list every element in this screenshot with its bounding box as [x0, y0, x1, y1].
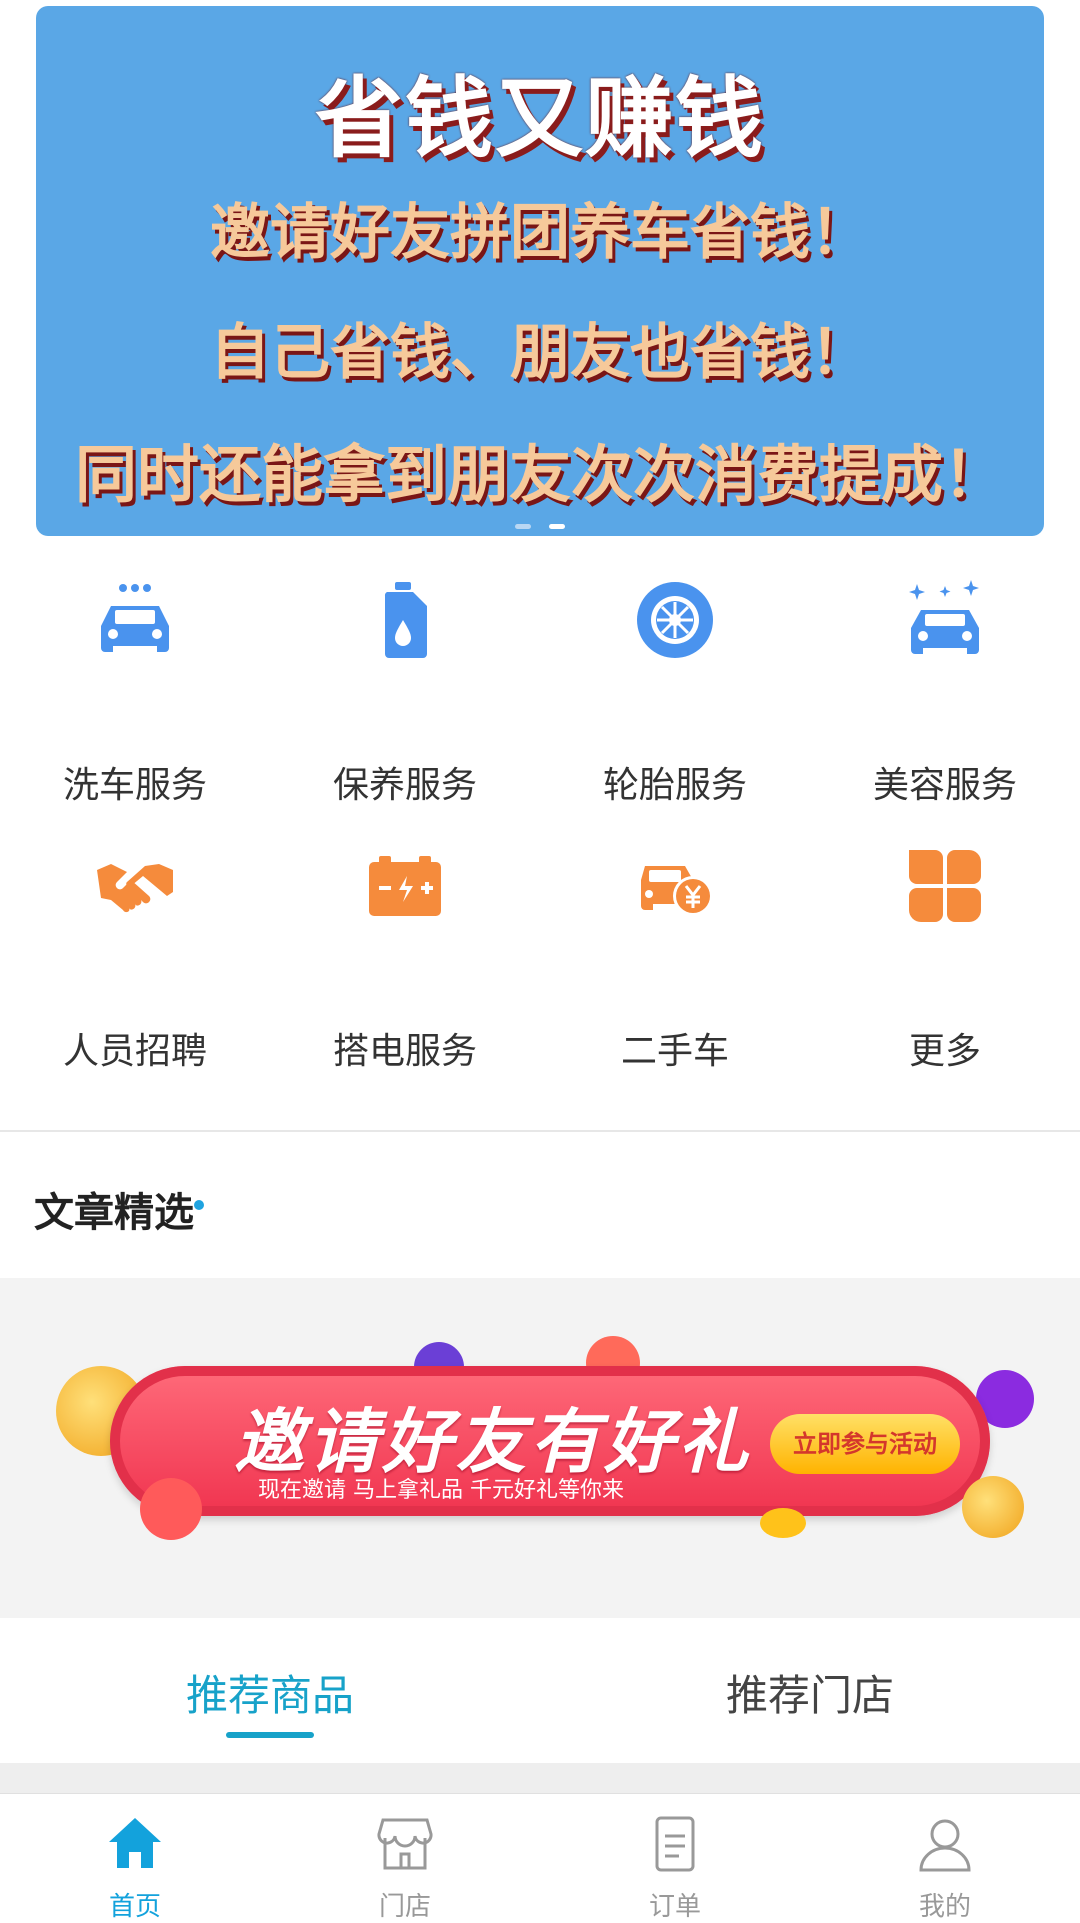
tab-recommended-stores[interactable]: 推荐门店	[540, 1662, 1080, 1723]
coin-icon	[962, 1476, 1024, 1538]
nav-label: 首页	[108, 1892, 161, 1922]
handshake-icon	[97, 864, 173, 913]
service-recruit[interactable]: 人员招聘	[0, 846, 270, 1096]
carousel-dots	[36, 514, 1044, 533]
service-label: 保养服务	[332, 765, 477, 806]
service-used-car[interactable]: 二手车	[540, 846, 810, 1096]
nav-label: 我的	[918, 1892, 971, 1922]
active-tab-indicator	[226, 1732, 314, 1738]
service-jumpstart[interactable]: 搭电服务	[270, 846, 540, 1096]
service-label: 美容服务	[872, 765, 1017, 806]
service-label: 更多	[908, 1031, 981, 1072]
section-title-articles: 文章精选	[34, 1190, 194, 1236]
banner-line-2: 自己省钱、朋友也省钱！	[210, 318, 870, 388]
service-label: 人员招聘	[62, 1031, 207, 1072]
content-strip	[0, 1763, 1080, 1793]
banner-title: 省钱又赚钱	[314, 67, 765, 170]
service-label: 二手车	[620, 1031, 729, 1072]
promo-subline: 现在邀请 马上拿礼品 千元好礼等你来	[258, 1478, 624, 1503]
tire-icon	[637, 582, 713, 658]
recommend-tabs: 推荐商品 推荐门店	[0, 1618, 1080, 1763]
nav-home[interactable]: 首页	[0, 1794, 270, 1922]
home-icon	[109, 1818, 161, 1868]
decor-orb	[760, 1508, 806, 1538]
nav-label: 门店	[378, 1892, 431, 1922]
tab-recommended-products[interactable]: 推荐商品	[0, 1662, 540, 1723]
section-divider	[0, 1130, 1080, 1132]
more-grid-icon	[909, 850, 981, 922]
service-car-wash[interactable]: 洗车服务	[0, 580, 270, 830]
car-yuan-icon	[641, 866, 713, 916]
service-beauty[interactable]: 美容服务	[810, 580, 1080, 830]
service-label: 轮胎服务	[602, 765, 747, 806]
article-promo-card[interactable]: 邀请好友有好礼 现在邀请 马上拿礼品 千元好礼等你来 立即参与活动	[0, 1278, 1080, 1618]
user-icon	[919, 1819, 971, 1872]
battery-icon	[369, 856, 441, 916]
nav-orders[interactable]: 订单	[540, 1794, 810, 1922]
banner-line-3: 同时还能拿到朋友次次消费提成！	[74, 438, 1005, 511]
section-title-dot	[194, 1200, 204, 1210]
banner-line-1: 邀请好友拼团养车省钱！	[210, 198, 870, 268]
decor-orb	[140, 1478, 202, 1540]
store-icon	[377, 1818, 433, 1870]
oil-can-icon	[384, 582, 427, 658]
nav-store[interactable]: 门店	[270, 1794, 540, 1922]
join-activity-button[interactable]: 立即参与活动	[770, 1414, 960, 1474]
carousel-dot-active[interactable]	[548, 524, 565, 529]
car-sparkle-icon	[909, 580, 979, 654]
promo-pill: 邀请好友有好礼 现在邀请 马上拿礼品 千元好礼等你来 立即参与活动	[110, 1366, 990, 1516]
nav-label: 订单	[648, 1892, 701, 1922]
carousel-dot[interactable]	[515, 524, 532, 529]
service-more[interactable]: 更多	[810, 846, 1080, 1096]
nav-profile[interactable]: 我的	[810, 1794, 1080, 1922]
service-maintenance[interactable]: 保养服务	[270, 580, 540, 830]
service-label: 搭电服务	[332, 1031, 477, 1072]
car-wash-icon	[101, 584, 169, 652]
bottom-nav: 首页 门店 订单 我的	[0, 1793, 1080, 1922]
service-label: 洗车服务	[62, 765, 207, 806]
promo-banner[interactable]: 省钱又赚钱 邀请好友拼团养车省钱！ 自己省钱、朋友也省钱！ 同时还能拿到朋友次次…	[36, 6, 1044, 536]
order-icon	[655, 1816, 695, 1872]
service-tire[interactable]: 轮胎服务	[540, 580, 810, 830]
